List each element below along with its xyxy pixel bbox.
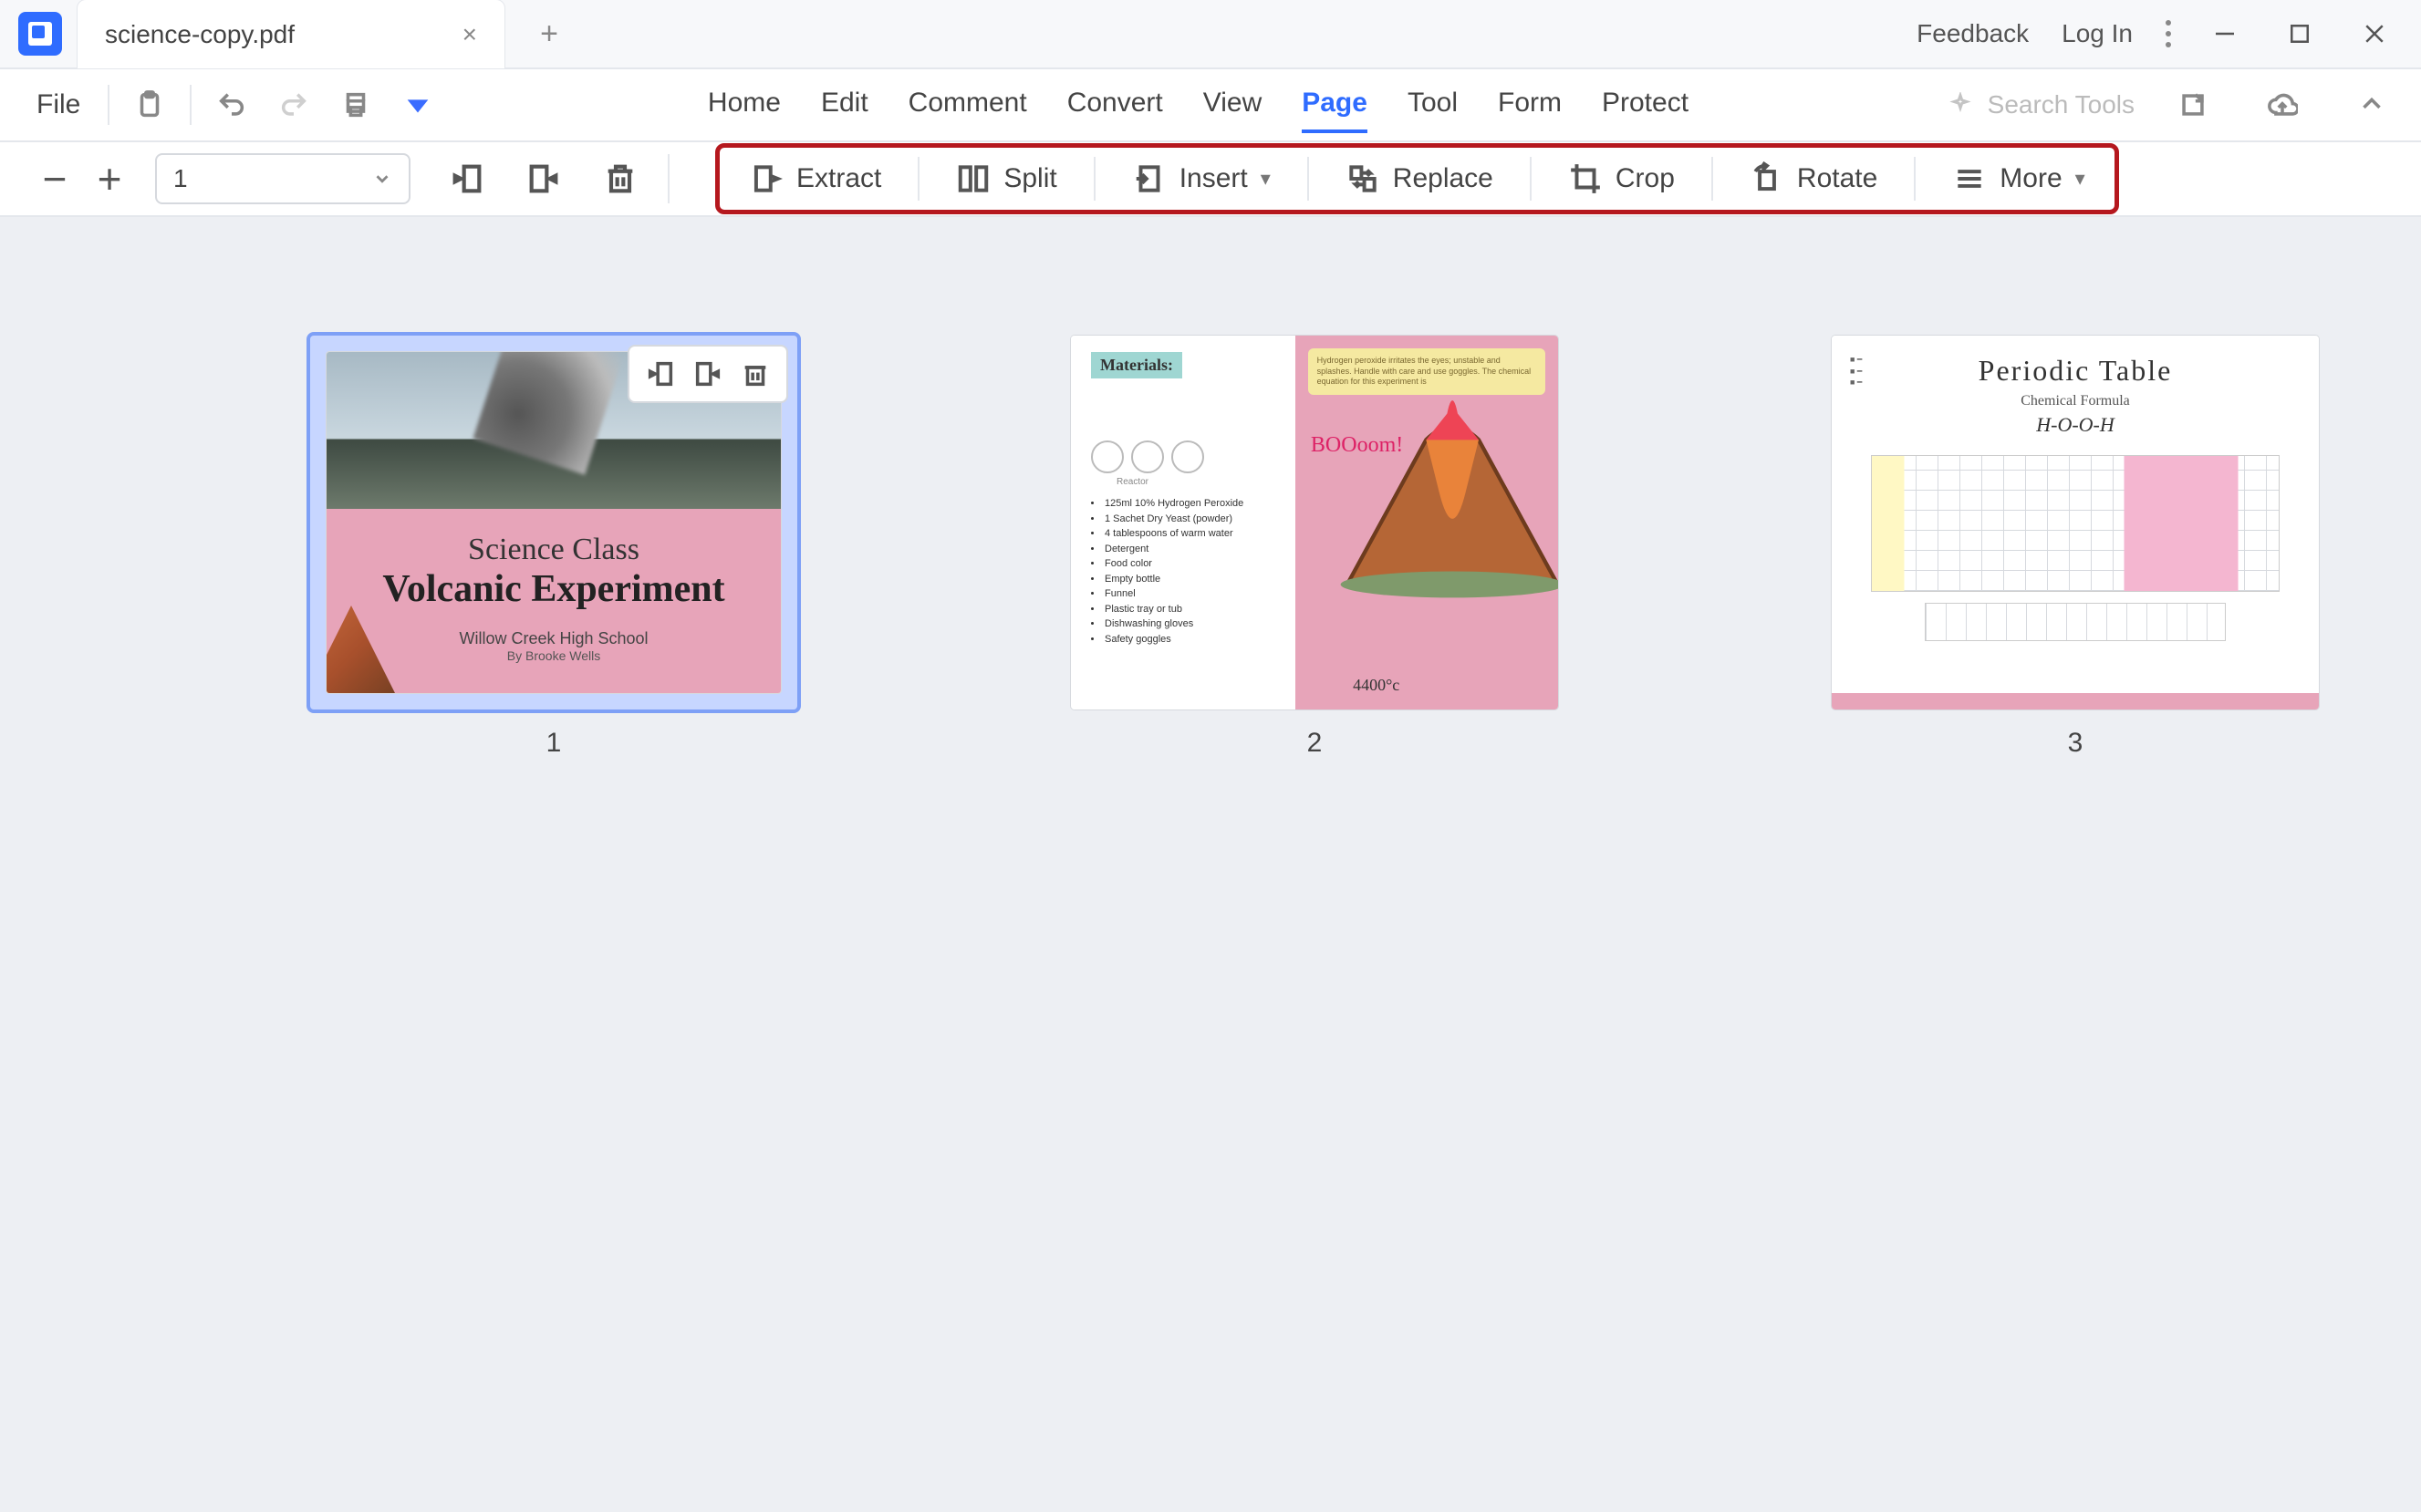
separator xyxy=(108,85,109,125)
thumb-insert-left-icon[interactable] xyxy=(642,356,679,392)
crop-icon xyxy=(1568,161,1603,196)
new-tab-button[interactable]: + xyxy=(529,14,569,54)
menu-protect[interactable]: Protect xyxy=(1602,77,1688,133)
menu-edit[interactable]: Edit xyxy=(821,77,868,133)
page-thumb-3[interactable]: ■ ━■ ━■ ━ Periodic Table Chemical Formul… xyxy=(1832,336,2319,709)
feedback-link[interactable]: Feedback xyxy=(1917,19,2029,48)
thumb1-school: Willow Creek High School xyxy=(372,629,735,648)
document-tab[interactable]: science-copy.pdf × xyxy=(77,0,505,68)
thumb3-lanthanide-row xyxy=(1925,603,2226,641)
menu-page[interactable]: Page xyxy=(1302,77,1367,133)
insert-icon xyxy=(1132,161,1167,196)
rotate-button[interactable]: Rotate xyxy=(1730,156,1897,202)
undo-icon[interactable] xyxy=(212,85,252,125)
insert-left-icon[interactable] xyxy=(442,153,493,204)
thumb-delete-icon[interactable] xyxy=(737,356,774,392)
thumb2-number: 2 xyxy=(1307,728,1323,759)
replace-button[interactable]: Replace xyxy=(1325,156,1513,202)
thumb2-materials-tag: Materials: xyxy=(1091,352,1182,378)
menu-bar: File Home Edit Comment Convert View Page… xyxy=(0,69,2421,142)
split-button[interactable]: Split xyxy=(936,156,1076,202)
menu-home[interactable]: Home xyxy=(708,77,781,133)
menu-form[interactable]: Form xyxy=(1498,77,1562,133)
thumb3-title: Periodic Table xyxy=(1854,354,2297,388)
more-button[interactable]: More▾ xyxy=(1932,156,2104,202)
thumb2-reactor-label: Reactor xyxy=(1117,477,1275,487)
main-menu: Home Edit Comment Convert View Page Tool… xyxy=(449,77,1947,133)
separator xyxy=(668,154,670,203)
extract-icon xyxy=(749,161,784,196)
maximize-icon[interactable] xyxy=(2279,13,2321,55)
thumb-insert-right-icon[interactable] xyxy=(690,356,726,392)
thumb-toolbar xyxy=(628,345,788,403)
page-thumb-2[interactable]: Materials: Reactor 125ml 10% Hydrogen Pe… xyxy=(1071,336,1558,709)
tab-title: science-copy.pdf xyxy=(105,20,462,49)
file-menu[interactable]: File xyxy=(18,89,99,120)
redo-icon[interactable] xyxy=(274,85,314,125)
page-thumb-3-wrap: ■ ━■ ━■ ━ Periodic Table Chemical Formul… xyxy=(1832,336,2319,759)
thumb2-volcano-illustration xyxy=(1321,336,1558,679)
thumb3-footer-bar xyxy=(1832,693,2319,709)
close-tab-icon[interactable]: × xyxy=(462,20,477,49)
thumb3-legend: ■ ━■ ━■ ━ xyxy=(1850,354,1862,388)
thumb2-materials-list: 125ml 10% Hydrogen Peroxide 1 Sachet Dry… xyxy=(1091,496,1275,647)
search-tools[interactable]: Search Tools xyxy=(1948,90,2135,119)
minimize-icon[interactable] xyxy=(2204,13,2246,55)
menu-convert[interactable]: Convert xyxy=(1067,77,1163,133)
app-logo xyxy=(18,12,62,56)
page-operations-highlight: Extract Split Insert▾ Replace Crop Rotat… xyxy=(715,143,2119,214)
page-thumb-1[interactable]: Science Class Volcanic Experiment Willow… xyxy=(310,336,797,709)
thumb2-left-panel: Materials: Reactor 125ml 10% Hydrogen Pe… xyxy=(1071,336,1295,709)
zoom-in-button[interactable]: + xyxy=(82,154,137,203)
rotate-icon xyxy=(1750,161,1784,196)
collapse-ribbon-icon[interactable] xyxy=(2352,85,2392,125)
page-thumb-1-wrap: Science Class Volcanic Experiment Willow… xyxy=(310,336,797,759)
crop-button[interactable]: Crop xyxy=(1548,156,1695,202)
close-window-icon[interactable] xyxy=(2353,13,2395,55)
clipboard-icon[interactable] xyxy=(130,85,170,125)
insert-button[interactable]: Insert▾ xyxy=(1112,156,1291,202)
print-icon[interactable] xyxy=(336,85,376,125)
split-icon xyxy=(956,161,991,196)
thumb1-author: By Brooke Wells xyxy=(372,648,735,663)
separator xyxy=(190,85,192,125)
overflow-menu-icon[interactable] xyxy=(2166,20,2171,47)
menu-comment[interactable]: Comment xyxy=(909,77,1027,133)
page-number-value: 1 xyxy=(173,164,188,193)
page-thumbnails-area: Science Class Volcanic Experiment Willow… xyxy=(0,217,2421,877)
thumb3-body: ■ ━■ ━■ ━ Periodic Table Chemical Formul… xyxy=(1832,336,2319,693)
chevron-down-icon xyxy=(372,169,392,189)
login-link[interactable]: Log In xyxy=(2062,19,2133,48)
more-icon xyxy=(1952,161,1987,196)
thumb1-caption: Science Class Volcanic Experiment Willow… xyxy=(327,509,781,693)
thumb3-periodic-grid xyxy=(1871,455,2279,592)
thumb1-title: Volcanic Experiment xyxy=(372,567,735,611)
extract-button[interactable]: Extract xyxy=(729,156,901,202)
search-tools-placeholder: Search Tools xyxy=(1988,90,2135,119)
menu-tool[interactable]: Tool xyxy=(1408,77,1458,133)
thumb2-molecule-diagram xyxy=(1091,391,1275,473)
cloud-upload-icon[interactable] xyxy=(2262,85,2302,125)
quick-tools-dropdown-icon[interactable] xyxy=(398,85,438,125)
replace-icon xyxy=(1346,161,1380,196)
insert-right-icon[interactable] xyxy=(518,153,569,204)
thumb3-sub: Chemical Formula xyxy=(1854,393,2297,409)
page-tool-row: − + 1 Extract Split Insert▾ Replace C xyxy=(0,142,2421,217)
zoom-out-button[interactable]: − xyxy=(27,154,82,203)
page-number-select[interactable]: 1 xyxy=(155,153,410,204)
sparkle-icon xyxy=(1948,92,1973,118)
share-icon[interactable] xyxy=(2173,85,2213,125)
title-bar: science-copy.pdf × + Feedback Log In xyxy=(0,0,2421,69)
page-thumb-2-wrap: Materials: Reactor 125ml 10% Hydrogen Pe… xyxy=(1071,336,1558,759)
thumb2-temp-label: 4400°c xyxy=(1353,676,1399,695)
thumb3-formula: H-O-O-H xyxy=(1854,413,2297,437)
delete-page-icon[interactable] xyxy=(595,153,646,204)
menu-view[interactable]: View xyxy=(1203,77,1262,133)
thumb1-subtitle: Science Class xyxy=(372,533,735,567)
thumb3-number: 3 xyxy=(2068,728,2083,759)
thumb1-number: 1 xyxy=(546,728,562,759)
thumb2-right-panel: Hydrogen peroxide irritates the eyes; un… xyxy=(1295,336,1558,709)
